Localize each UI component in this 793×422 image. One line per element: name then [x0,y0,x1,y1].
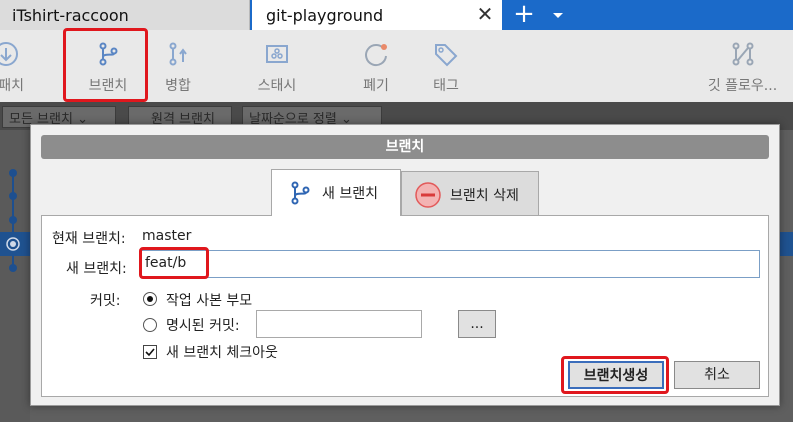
commit-label: 커밋: [90,293,121,309]
tag-button[interactable]: 태그 [416,30,476,102]
toolbar: 패치 브랜치 병합 스태시 폐기 태그 깃 플로우... [0,28,793,102]
discard-button[interactable]: 폐기 [346,30,406,102]
branch-highlight [63,28,148,102]
current-branch-value: master [142,228,192,244]
graph-lines [9,169,17,272]
chevron-down-icon[interactable] [548,5,568,25]
remove-icon [415,181,441,208]
browse-commit-button[interactable]: ... [458,310,496,338]
fetch-button[interactable]: 패치 [0,30,36,102]
new-branch-panel: 현재 브랜치: master 새 브랜치: feat/b 커밋: 작업 사본 부… [41,215,769,397]
dialog-title: 브랜치 [41,135,769,159]
cancel-button[interactable]: 취소 [674,361,760,389]
checkmark-icon [145,348,155,357]
radio-working-copy-parent-label: 작업 사본 부모 [166,293,253,309]
toolbar-label: 깃 플로우... [707,78,778,94]
discard-icon [365,44,387,67]
add-tab-button[interactable]: + [512,1,536,28]
stash-icon [266,45,288,63]
new-branch-label: 새 브랜치: [66,261,127,277]
head-commit-marker [6,237,20,251]
checkout-checkbox[interactable] [143,345,157,359]
checkout-label: 새 브랜치 체크아웃 [166,345,278,361]
tab-strip: iTshirt-raccoon git-playground ✕ + [0,0,793,30]
close-icon[interactable]: ✕ [476,4,494,24]
commit-graph [0,130,30,422]
tag-icon [435,44,458,67]
tab-new-branch-label: 새 브랜치 [322,186,378,202]
branch-dialog: 브랜치 새 브랜치 브랜치 삭제 현재 브랜치: master 새 브랜치: f… [30,124,780,406]
tab-delete-branch[interactable]: 브랜치 삭제 [401,171,539,217]
tab-git-playground[interactable]: git-playground ✕ [252,0,502,30]
branch-icon [291,181,310,205]
new-branch-input-highlight [139,247,209,279]
git-flow-button[interactable]: 깃 플로우... [700,30,785,102]
git-flow-icon [732,42,753,66]
current-branch-label: 현재 브랜치: [52,231,126,247]
tab-itshirt-raccoon[interactable]: iTshirt-raccoon [0,0,250,30]
create-button-highlight [561,356,669,394]
toolbar-label: 폐기 [363,78,389,94]
radio-working-copy-parent[interactable] [143,292,157,306]
new-branch-input[interactable]: feat/b [140,250,760,278]
merge-button[interactable]: 병합 [148,30,208,102]
tab-label: git-playground [266,5,384,25]
radio-specified-commit[interactable] [143,318,157,332]
toolbar-label: 병합 [165,78,191,94]
merge-icon [169,42,187,66]
specified-commit-input[interactable] [256,310,422,338]
tab-delete-branch-label: 브랜치 삭제 [450,187,519,204]
tab-label: iTshirt-raccoon [12,5,129,25]
radio-specified-commit-label: 명시된 커밋: [166,318,240,334]
fetch-icon [0,42,18,66]
tab-new-branch[interactable]: 새 브랜치 [271,169,401,216]
toolbar-label: 패치 [0,78,24,94]
toolbar-label: 태그 [433,78,459,94]
stash-button[interactable]: 스태시 [245,30,309,102]
toolbar-label: 스태시 [257,78,297,94]
